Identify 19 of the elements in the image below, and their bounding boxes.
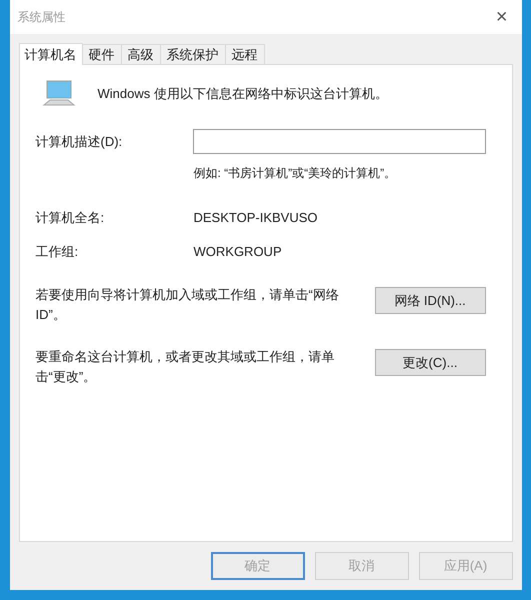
- close-button[interactable]: ×: [492, 7, 512, 27]
- tab[interactable]: 系统保护: [160, 44, 226, 64]
- tab[interactable]: 远程: [226, 44, 264, 64]
- field-label: 计算机描述(D):: [36, 132, 124, 151]
- action-button[interactable]: 更改(C)...: [374, 349, 486, 376]
- info-value: DESKTOP-IKBVUSO: [194, 209, 318, 227]
- info-label: 工作组:: [36, 242, 80, 260]
- info-label: 计算机全名:: [36, 209, 106, 227]
- instruction-text: 要重命名这台计算机，或者更改其域或工作组，请单击“更改”。: [36, 348, 336, 386]
- description-field[interactable]: [192, 129, 486, 154]
- tab[interactable]: 高级: [122, 44, 160, 64]
- action-button[interactable]: 网络 ID(N)...: [374, 287, 486, 314]
- intro-text: Windows 使用以下信息在网络中标识这台计算机。: [98, 85, 388, 104]
- tab[interactable]: 计算机名: [18, 43, 82, 65]
- window-title: 系统属性: [18, 9, 66, 26]
- hint-text: 例如: “书房计算机”或“美玲的计算机”。: [194, 165, 398, 182]
- tab[interactable]: 硬件: [82, 44, 122, 64]
- instruction-text: 若要使用向导将计算机加入域或工作组，请单击“网络 ID”。: [36, 286, 340, 324]
- info-value: WORKGROUP: [194, 242, 282, 260]
